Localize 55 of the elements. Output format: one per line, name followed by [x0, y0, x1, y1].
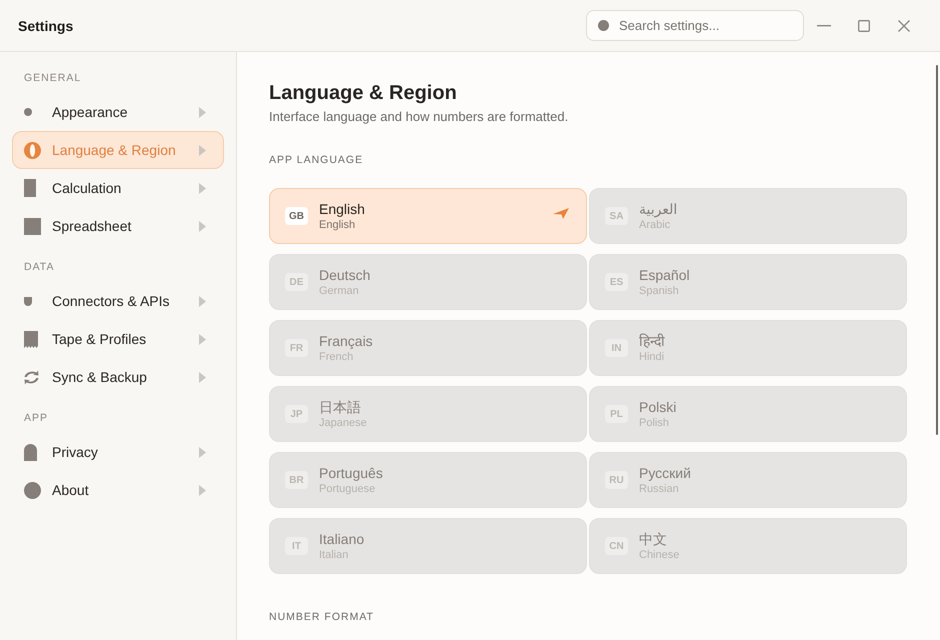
receipt-icon — [24, 330, 38, 348]
chevron-right-icon — [199, 372, 206, 382]
country-code-badge: RU — [605, 471, 628, 489]
chevron-right-icon — [199, 220, 206, 232]
chevron-right-icon — [199, 144, 206, 156]
country-code-badge: SA — [605, 207, 628, 225]
minimize-icon[interactable] — [817, 24, 831, 26]
sidebar-section-heading: APP — [24, 412, 48, 424]
circle-icon — [24, 482, 41, 498]
country-code-badge: PL — [605, 405, 628, 423]
sidebar-section-heading: GENERAL — [24, 72, 82, 84]
country-code-badge: IN — [605, 339, 628, 357]
chevron-right-icon — [199, 334, 206, 344]
sidebar-item[interactable]: Language & Region — [12, 131, 224, 169]
rectangle-icon — [24, 179, 36, 197]
sidebar-item[interactable]: Connectors & APIs — [12, 282, 224, 320]
page-title: Language & Region — [269, 81, 457, 106]
sidebar-item[interactable]: Sync & Backup — [12, 358, 224, 396]
country-code-badge: CN — [605, 537, 628, 555]
search-field[interactable]: Search settings... — [586, 10, 804, 41]
maximize-icon[interactable] — [858, 20, 870, 32]
sidebar-section-heading: DATA — [24, 261, 54, 273]
chevron-right-icon — [199, 446, 206, 458]
sync-icon — [24, 368, 39, 386]
close-icon[interactable] — [898, 20, 910, 32]
globe-icon — [24, 142, 41, 158]
chevron-right-icon — [199, 296, 206, 306]
country-code-badge: FR — [285, 339, 308, 357]
window-title: Settings — [18, 18, 74, 34]
arch-icon — [24, 444, 37, 460]
country-code-badge: DE — [285, 273, 308, 291]
country-code-badge: JP — [285, 405, 308, 423]
page-subtitle: Interface language and how numbers are formatted. — [269, 109, 568, 125]
sidebar-item[interactable]: Spreadsheet — [12, 207, 224, 245]
country-code-badge: GB — [285, 207, 308, 225]
country-code-badge: IT — [285, 537, 308, 555]
sidebar-item[interactable]: Appearance — [12, 93, 224, 131]
language-option[interactable]: GB English English — [269, 188, 587, 244]
section-heading: NUMBER FORMAT — [269, 610, 374, 624]
sidebar-item[interactable]: Tape & Profiles — [12, 320, 224, 358]
square-icon — [24, 218, 41, 234]
sidebar-item[interactable]: About — [12, 471, 224, 509]
sidebar-item[interactable]: Privacy — [12, 433, 224, 471]
dot-icon — [24, 108, 32, 116]
sidebar-item[interactable]: Calculation — [12, 169, 224, 207]
chevron-right-icon — [199, 182, 206, 194]
chevron-right-icon — [199, 106, 206, 118]
chevron-right-icon — [199, 484, 206, 496]
arrowhead-icon — [553, 208, 569, 218]
scrollbar-thumb[interactable] — [936, 65, 938, 435]
country-code-badge: BR — [285, 471, 308, 489]
shield-icon — [24, 296, 32, 306]
search-icon — [598, 20, 609, 31]
section-heading: APP LANGUAGE — [269, 153, 364, 167]
country-code-badge: ES — [605, 273, 628, 291]
